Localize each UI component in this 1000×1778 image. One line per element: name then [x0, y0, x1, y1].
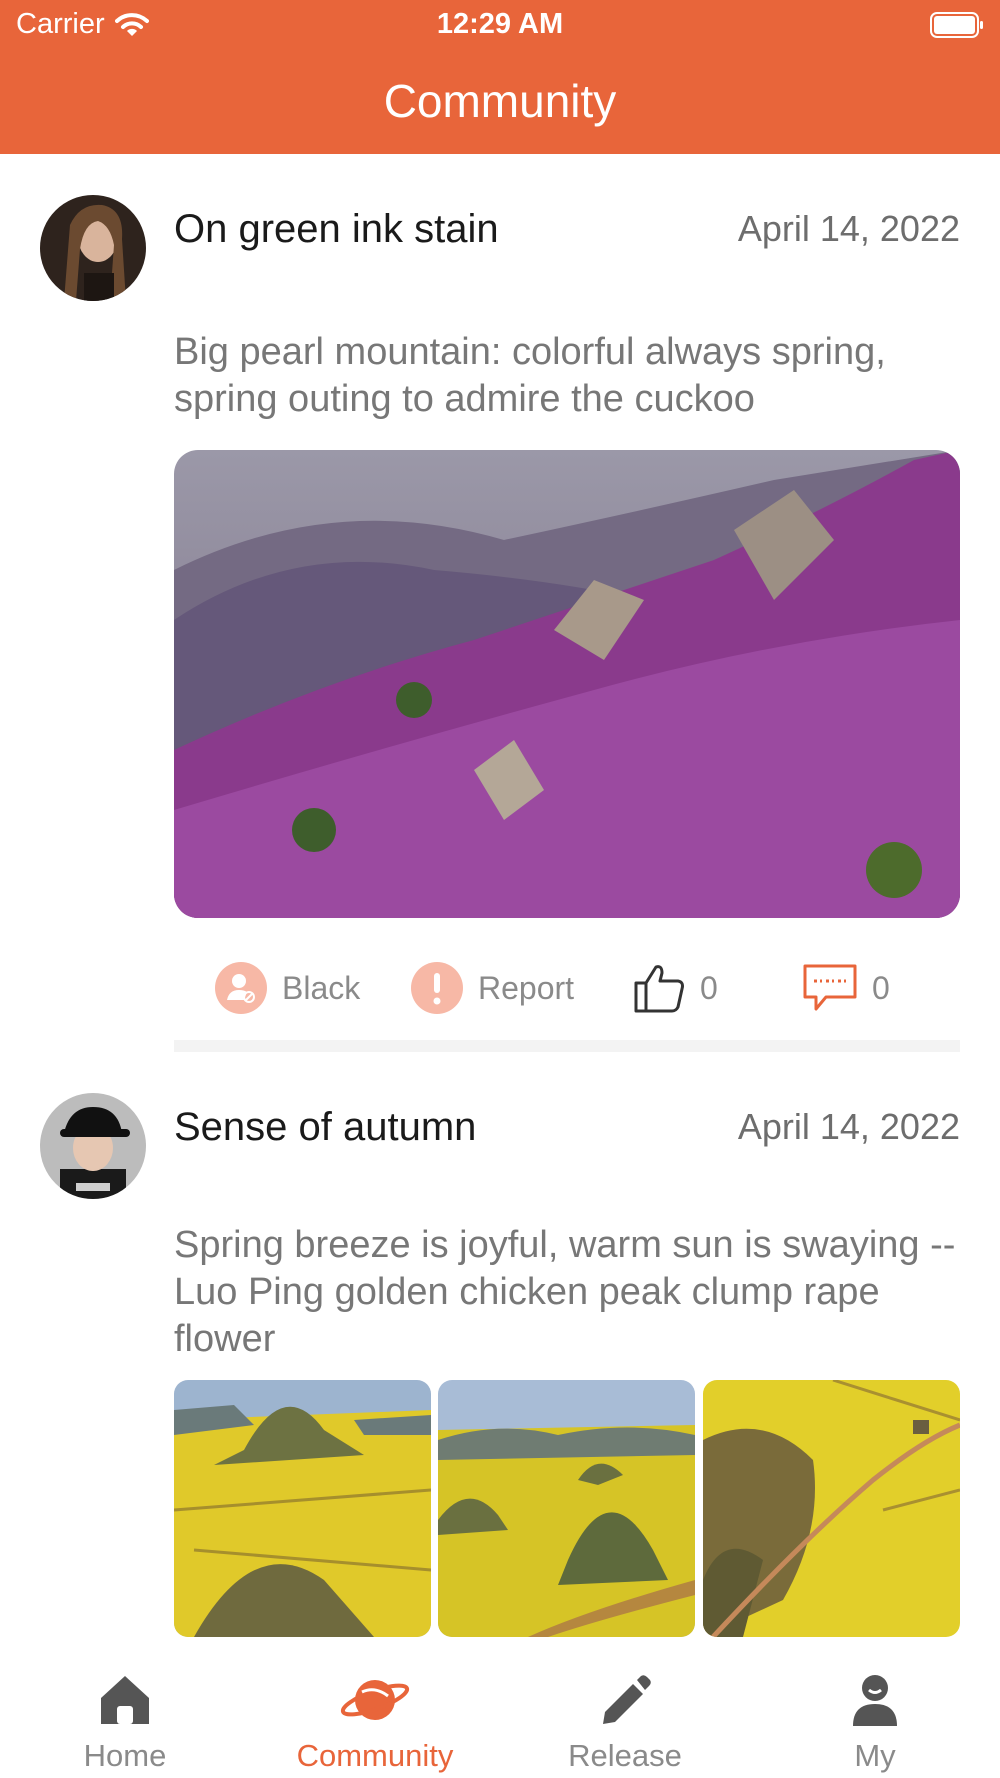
avatar[interactable]: [40, 1093, 146, 1199]
post-photo[interactable]: [438, 1380, 695, 1637]
like-count: 0: [700, 969, 718, 1006]
pencil-icon: [500, 1672, 750, 1732]
block-user-icon: [214, 961, 268, 1015]
tab-community-label: Community: [296, 1738, 454, 1773]
status-bar: Carrier 12:29 AM: [0, 0, 1000, 50]
like-button[interactable]: 0: [632, 958, 718, 1018]
tab-my-label: My: [854, 1738, 896, 1773]
black-button[interactable]: Black: [214, 958, 360, 1018]
tab-release[interactable]: Release: [500, 1654, 750, 1778]
thumbs-up-icon: [632, 961, 686, 1015]
person-icon: [750, 1672, 1000, 1732]
post-content: Big pearl mountain: colorful always spri…: [174, 331, 886, 420]
home-icon: [0, 1672, 250, 1732]
post-username[interactable]: Sense of autumn: [174, 1097, 476, 1157]
post-content: Spring breeze is joyful, warm sun is swa…: [174, 1224, 956, 1360]
report-button[interactable]: Report: [410, 958, 574, 1018]
community-feed[interactable]: On green ink stain April 14, 2022 Big pe…: [0, 154, 1000, 1654]
post-date: April 14, 2022: [737, 208, 960, 249]
black-label: Black: [282, 969, 361, 1006]
tab-community[interactable]: Community: [250, 1654, 500, 1778]
status-time: 12:29 AM: [436, 8, 564, 40]
post-photo[interactable]: [174, 1380, 431, 1637]
tab-home[interactable]: Home: [0, 1654, 250, 1778]
post-divider: [174, 1040, 960, 1052]
tab-my[interactable]: My: [750, 1654, 1000, 1778]
page-title: Community: [383, 75, 617, 127]
post-username[interactable]: On green ink stain: [174, 199, 499, 259]
app-header: Carrier 12:29 AM Community: [0, 0, 1000, 154]
post-photo[interactable]: [174, 450, 960, 918]
post-photo[interactable]: [703, 1380, 960, 1637]
tab-release-label: Release: [568, 1738, 682, 1773]
avatar[interactable]: [40, 195, 146, 301]
battery-icon: [930, 12, 983, 38]
tab-bar: Home Community Release My: [0, 1654, 1000, 1778]
alert-icon: [410, 961, 464, 1015]
post-date: April 14, 2022: [737, 1106, 960, 1147]
comment-button[interactable]: 0: [802, 958, 890, 1018]
post-actions: Black Report 0 0: [174, 958, 960, 1018]
report-label: Report: [478, 969, 575, 1006]
comment-count: 0: [872, 969, 890, 1006]
comment-icon: [802, 961, 858, 1015]
tab-home-label: Home: [83, 1738, 167, 1773]
planet-icon: [250, 1672, 500, 1732]
